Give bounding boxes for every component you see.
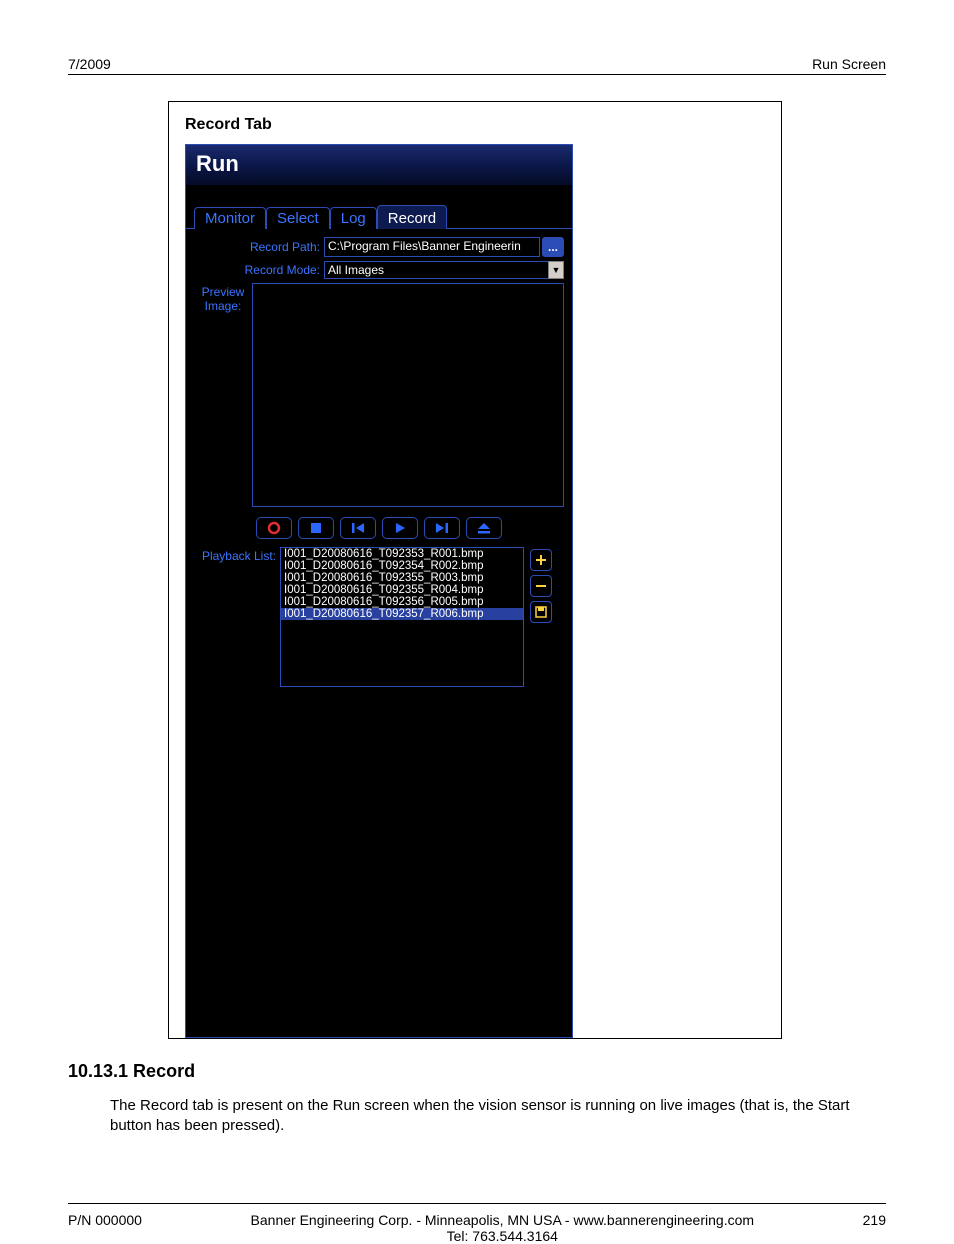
save-icon — [535, 606, 547, 618]
chevron-down-icon[interactable]: ▼ — [548, 261, 564, 279]
figure-box: Record Tab Run Monitor Select Log Record… — [168, 101, 782, 1039]
media-bar — [194, 517, 564, 539]
eject-button[interactable] — [466, 517, 502, 539]
footer-center: Banner Engineering Corp. - Minneapolis, … — [142, 1212, 863, 1244]
record-path-field[interactable]: C:\Program Files\Banner Engineerin — [324, 237, 540, 257]
figure-caption: Record Tab — [185, 116, 765, 134]
playback-item[interactable]: I001_D20080616_T092353_R001.bmp — [281, 548, 523, 560]
record-button[interactable] — [256, 517, 292, 539]
playback-item[interactable]: I001_D20080616_T092354_R002.bmp — [281, 560, 523, 572]
record-mode-select[interactable]: All Images — [324, 261, 549, 279]
section-heading: 10.13.1 Record — [68, 1061, 886, 1082]
tab-content: Record Path: C:\Program Files\Banner Eng… — [186, 228, 572, 1037]
skip-next-icon — [435, 522, 449, 534]
playback-item[interactable]: I001_D20080616_T092356_R005.bmp — [281, 596, 523, 608]
browse-button[interactable]: ... — [542, 237, 564, 257]
playback-list[interactable]: I001_D20080616_T092353_R001.bmpI001_D200… — [280, 547, 524, 687]
skip-prev-icon — [351, 522, 365, 534]
plus-icon — [535, 554, 547, 566]
preview-image — [252, 283, 564, 507]
play-icon — [394, 522, 406, 534]
tab-record[interactable]: Record — [377, 205, 447, 229]
remove-button[interactable] — [530, 575, 552, 597]
add-button[interactable] — [530, 549, 552, 571]
record-path-label: Record Path: — [194, 240, 324, 254]
section-body: The Record tab is present on the Run scr… — [110, 1096, 886, 1137]
playback-list-label: Playback List: — [194, 547, 280, 687]
run-panel: Run Monitor Select Log Record Record Pat… — [185, 144, 573, 1038]
app-title: Run — [186, 145, 572, 185]
eject-icon — [477, 522, 491, 534]
playback-item[interactable]: I001_D20080616_T092355_R003.bmp — [281, 572, 523, 584]
tab-select[interactable]: Select — [266, 207, 330, 229]
footer-left: P/N 000000 — [68, 1212, 142, 1228]
page-header: 7/2009 Run Screen — [68, 56, 886, 75]
stop-button[interactable] — [298, 517, 334, 539]
tab-monitor[interactable]: Monitor — [194, 207, 266, 229]
stop-icon — [310, 522, 322, 534]
page-number: 219 — [863, 1212, 886, 1228]
prev-button[interactable] — [340, 517, 376, 539]
minus-icon — [535, 580, 547, 592]
tab-log[interactable]: Log — [330, 207, 377, 229]
playback-item[interactable]: I001_D20080616_T092355_R004.bmp — [281, 584, 523, 596]
playback-item[interactable]: I001_D20080616_T092357_R006.bmp — [281, 608, 523, 620]
next-button[interactable] — [424, 517, 460, 539]
save-button[interactable] — [530, 601, 552, 623]
record-icon — [267, 521, 281, 535]
page-footer: P/N 000000 Banner Engineering Corp. - Mi… — [68, 1203, 886, 1244]
play-button[interactable] — [382, 517, 418, 539]
preview-label: Preview Image: — [194, 283, 252, 507]
tab-strip: Monitor Select Log Record — [186, 185, 572, 228]
header-right: Run Screen — [812, 56, 886, 72]
record-mode-label: Record Mode: — [194, 263, 324, 277]
header-left: 7/2009 — [68, 56, 111, 72]
